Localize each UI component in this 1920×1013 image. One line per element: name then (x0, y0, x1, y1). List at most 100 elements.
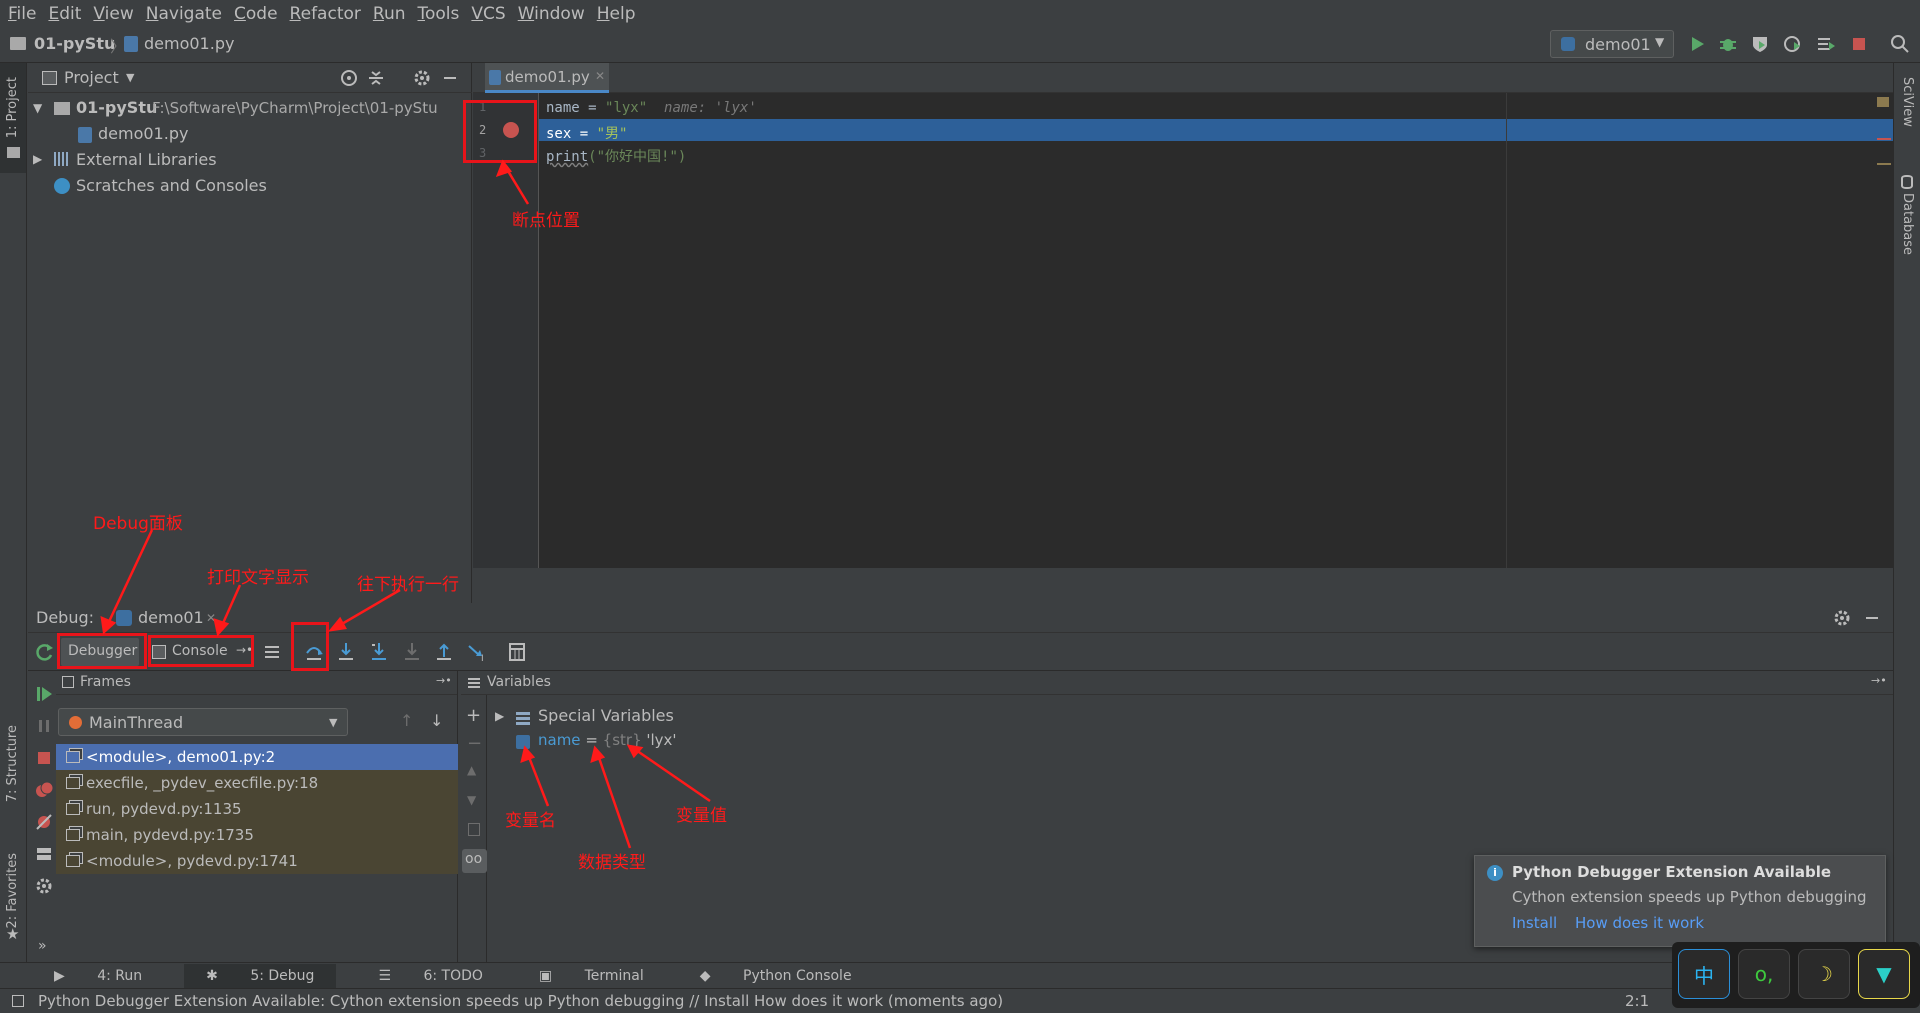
mute-breakpoints-icon[interactable] (33, 811, 55, 833)
menu-file[interactable]: File (8, 4, 36, 24)
tool-database-label[interactable]: Database (1900, 193, 1915, 255)
debug-icon[interactable] (1717, 33, 1739, 55)
stop-icon[interactable] (1848, 33, 1870, 55)
ime-punct-button[interactable]: o, (1738, 949, 1790, 999)
step-into-icon[interactable] (335, 641, 357, 663)
gear-icon[interactable] (1831, 607, 1853, 629)
pause-icon[interactable] (33, 715, 55, 737)
tree-root[interactable]: 01-pyStu (76, 98, 157, 117)
breadcrumb-file[interactable]: demo01.py (144, 34, 234, 53)
tool-favorites-label[interactable]: 2: Favorites (5, 853, 20, 929)
expand-arrow-icon[interactable]: ▼ (33, 101, 42, 115)
move-down-icon[interactable]: ▼ (467, 793, 476, 807)
pin-icon[interactable]: →• (436, 674, 452, 687)
minimize-icon[interactable] (439, 67, 461, 89)
pin-icon[interactable]: →• (1871, 674, 1887, 687)
annotation-console: 打印文字显示 (207, 568, 309, 588)
menu-navigate[interactable]: Navigate (146, 4, 222, 24)
show-execution-point-icon[interactable] (261, 641, 283, 663)
variable-eq: = (580, 731, 603, 749)
step-into-my-code-icon[interactable] (368, 641, 390, 663)
run-icon[interactable] (1686, 33, 1708, 55)
watches-toggle[interactable]: oo (462, 849, 487, 873)
project-panel-title[interactable]: Project (64, 68, 119, 87)
breadcrumb-project[interactable]: 01-pyStu (34, 34, 115, 53)
menu-tools[interactable]: Tools (418, 4, 460, 24)
force-step-into-icon[interactable] (401, 641, 423, 663)
add-icon[interactable]: + (466, 705, 481, 726)
minimize-icon[interactable] (1861, 607, 1883, 629)
editor-tab-demo01[interactable]: demo01.py ✕ (485, 63, 609, 93)
menu-vcs[interactable]: VCS (471, 4, 505, 24)
stop-icon[interactable] (33, 747, 55, 769)
frame-row[interactable]: execfile, _pydev_execfile.py:18 (56, 770, 458, 796)
resume-icon[interactable] (33, 683, 55, 705)
special-variables[interactable]: Special Variables (538, 706, 674, 725)
menu-code[interactable]: Code (234, 4, 278, 24)
step-out-icon[interactable] (433, 641, 455, 663)
move-up-icon[interactable]: ▲ (467, 763, 476, 777)
tab-python-console[interactable]: ◆ Python Console (686, 968, 866, 984)
copy-icon[interactable] (468, 823, 480, 836)
close-icon[interactable]: ✕ (595, 69, 605, 83)
menu-run[interactable]: Run (373, 4, 406, 24)
expand-arrow-icon[interactable]: ▶ (495, 709, 504, 723)
locate-icon[interactable] (338, 67, 360, 89)
tree-file[interactable]: demo01.py (98, 124, 188, 143)
gear-icon[interactable] (411, 67, 433, 89)
view-breakpoints-icon[interactable] (33, 779, 55, 801)
tab-run[interactable]: ▶ 4: Run (40, 968, 156, 984)
skin-icon[interactable]: ▼ (1858, 949, 1910, 999)
arrow-down-icon[interactable]: ↓ (430, 711, 443, 730)
search-icon[interactable] (1889, 33, 1911, 55)
menu-edit[interactable]: Edit (48, 4, 81, 24)
close-icon[interactable]: ✕ (206, 611, 216, 625)
tool-project-label[interactable]: 1: Project (5, 77, 20, 138)
layout-icon[interactable] (33, 843, 55, 865)
tool-structure-label[interactable]: 7: Structure (5, 725, 20, 802)
frame-icon (66, 855, 80, 867)
thread-select[interactable]: MainThread ▼ (58, 708, 348, 736)
chevron-down-icon[interactable]: ▼ (126, 71, 134, 84)
moon-icon[interactable]: ☽ (1798, 949, 1850, 999)
status-bar: Python Debugger Extension Available: Cyt… (0, 988, 1920, 1013)
frame-row[interactable]: <module>, pydevd.py:1741 (56, 848, 458, 874)
collapse-all-icon[interactable] (365, 67, 387, 89)
frame-icon (66, 829, 80, 841)
debug-label: Debug: (36, 608, 95, 627)
tab-todo[interactable]: ☰ 6: TODO (364, 968, 496, 984)
tab-terminal[interactable]: ▣ Terminal (525, 968, 658, 984)
tree-scratches[interactable]: Scratches and Consoles (76, 176, 267, 195)
gear-icon[interactable] (33, 875, 55, 897)
run-config-select[interactable]: demo01 ▼ (1550, 30, 1674, 58)
profile-icon[interactable] (1782, 33, 1804, 55)
rerun-icon[interactable] (34, 641, 56, 663)
more-icon[interactable]: » (38, 938, 47, 954)
frame-row[interactable]: run, pydevd.py:1135 (56, 796, 458, 822)
debug-session-tab[interactable]: demo01 (138, 608, 204, 627)
event-log-icon[interactable] (12, 995, 24, 1007)
cursor-position[interactable]: 2:1 (1625, 992, 1649, 1010)
run-to-cursor-icon[interactable]: I (466, 641, 488, 663)
tree-external-libraries[interactable]: External Libraries (76, 150, 217, 169)
menu-help[interactable]: Help (597, 4, 636, 24)
tool-sciview-label[interactable]: SciView (1900, 77, 1915, 127)
expand-arrow-icon[interactable]: ▶ (33, 152, 42, 166)
menu-window[interactable]: Window (518, 4, 585, 24)
coverage-icon[interactable] (1749, 33, 1771, 55)
tab-debug[interactable]: ✱ 5: Debug (184, 963, 337, 988)
remove-icon[interactable]: − (467, 733, 482, 754)
install-link[interactable]: Install (1512, 914, 1557, 932)
folder-icon (10, 37, 26, 50)
evaluate-expression-icon[interactable] (506, 641, 528, 663)
how-does-it-work-link[interactable]: How does it work (1575, 914, 1704, 932)
frame-row[interactable]: main, pydevd.py:1735 (56, 822, 458, 848)
menu-refactor[interactable]: Refactor (290, 4, 361, 24)
menu-view[interactable]: View (93, 4, 133, 24)
frame-row[interactable]: <module>, demo01.py:2 (56, 744, 458, 770)
variable-row[interactable]: name = {str} 'lyx' (538, 731, 677, 749)
status-message[interactable]: Python Debugger Extension Available: Cyt… (38, 992, 1003, 1010)
ime-chinese-button[interactable]: 中 (1678, 949, 1730, 999)
arrow-up-icon[interactable]: ↑ (400, 711, 413, 730)
concurrency-icon[interactable] (1815, 33, 1837, 55)
